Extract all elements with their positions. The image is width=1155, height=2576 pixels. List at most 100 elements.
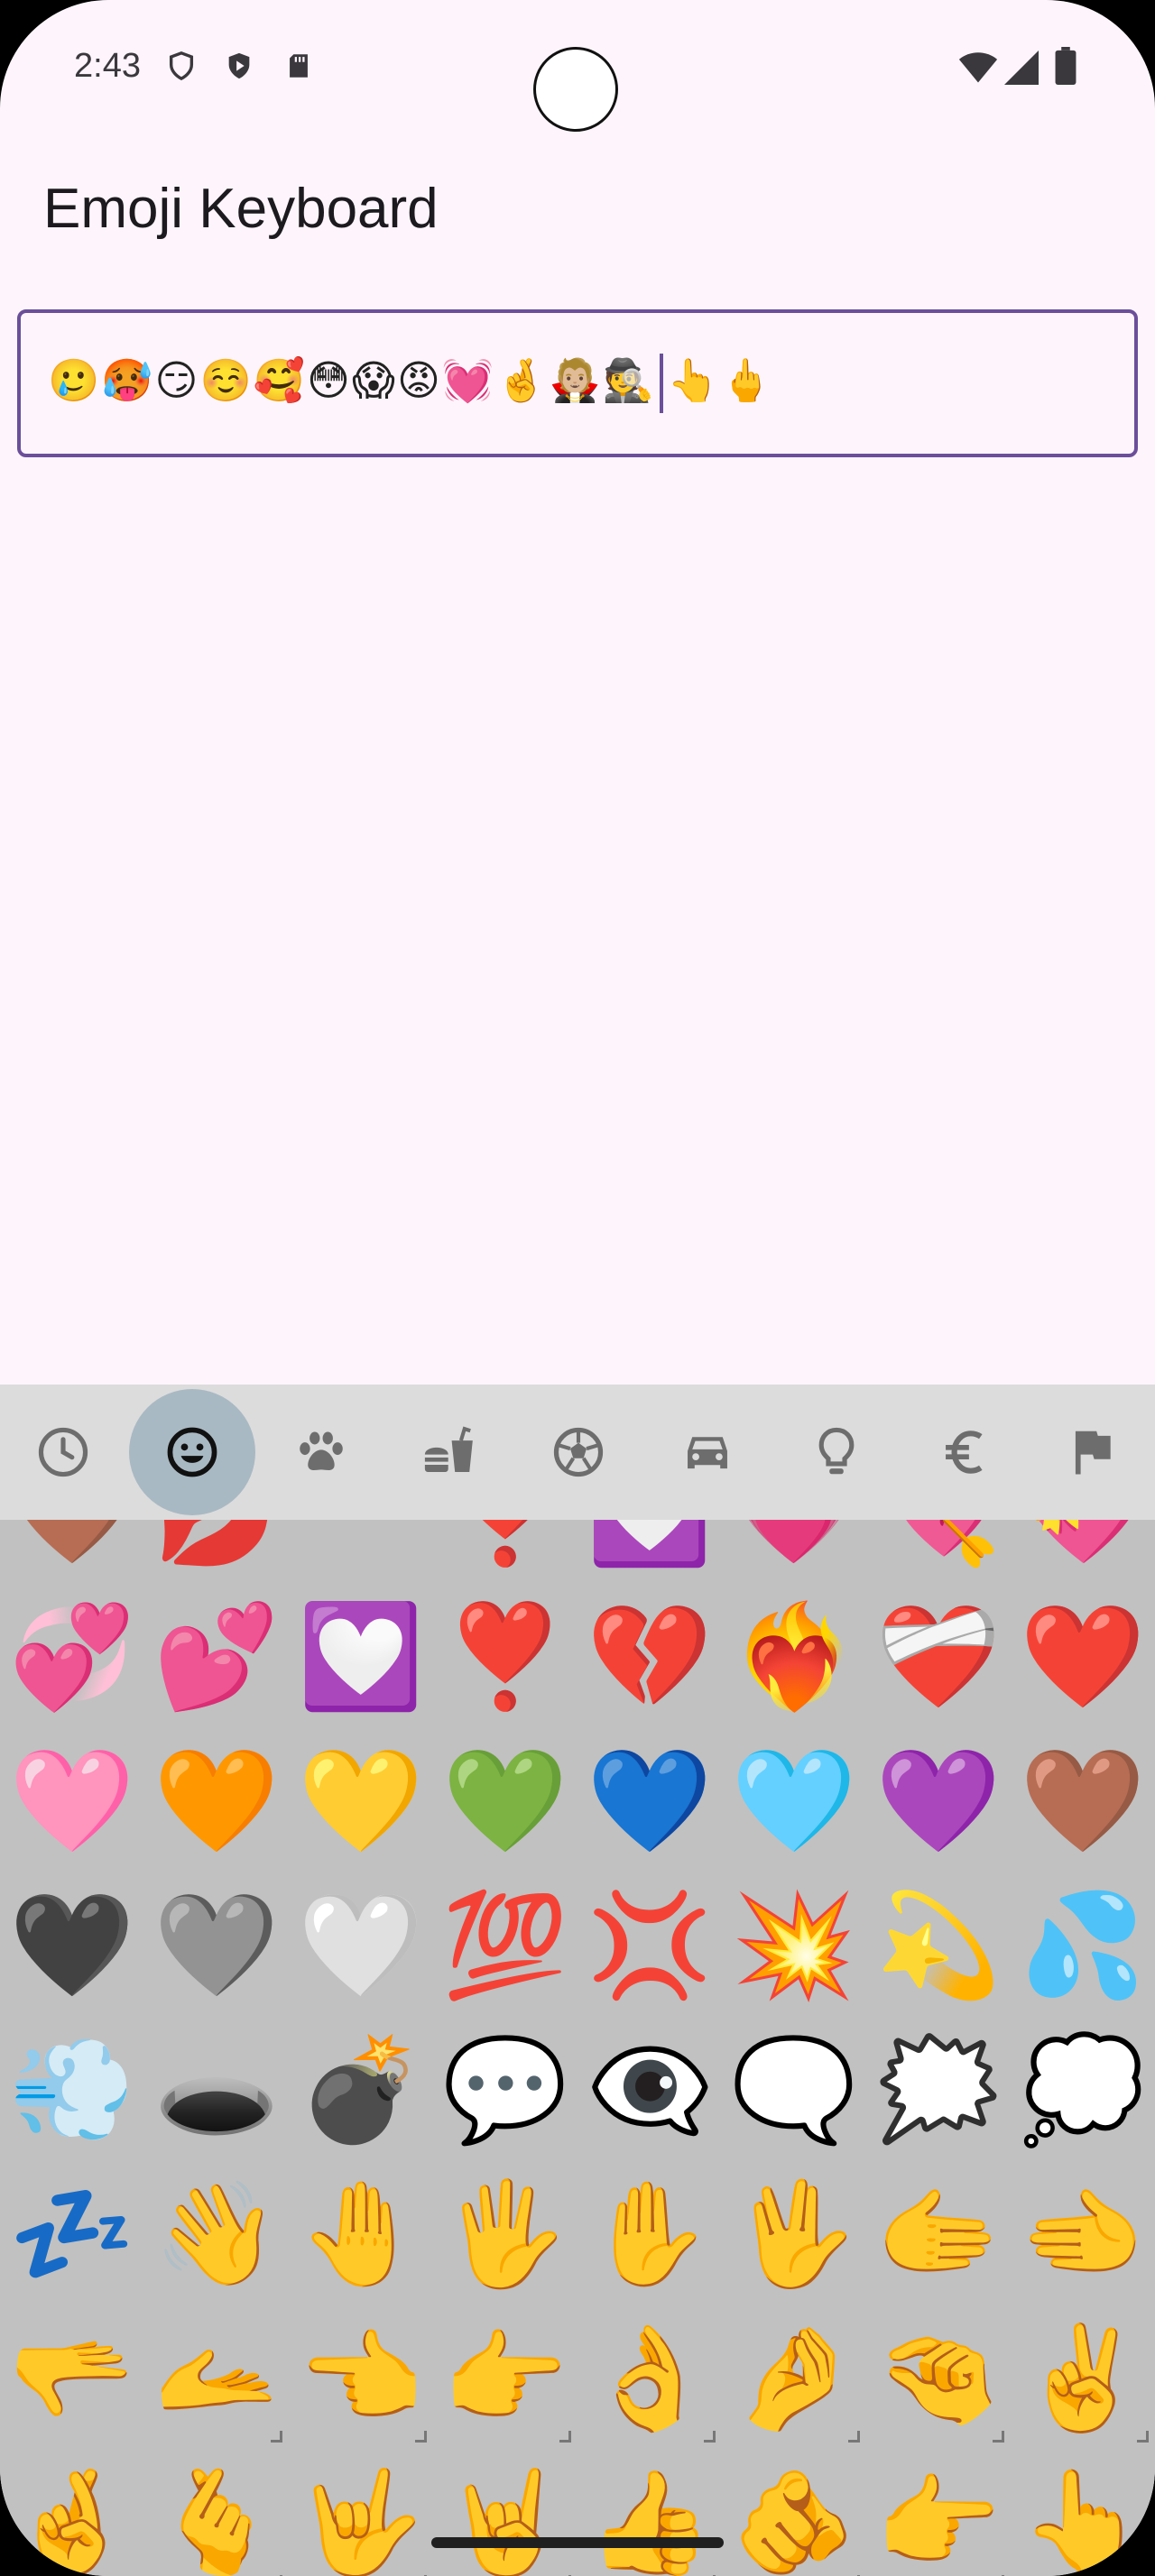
emoji-key[interactable]: 💔 bbox=[578, 1585, 722, 1729]
emoji-key[interactable]: 💘 bbox=[866, 1520, 1011, 1585]
front-camera bbox=[533, 47, 618, 132]
emoji-key[interactable]: 🤏 bbox=[866, 2306, 1011, 2451]
tab-symbols[interactable] bbox=[902, 1389, 1029, 1515]
emoji-key[interactable]: 💦 bbox=[1011, 1873, 1155, 2018]
emoji-keyboard: 🤎💋❣️💟💗💘💝💞💕💟❣️💔❤️‍🔥❤️‍🩹❤️🩷🧡💛💚💙🩵💜🤎🖤🩶🤍💯💢💥💫💦… bbox=[0, 1385, 1155, 2576]
tab-flags[interactable] bbox=[1029, 1389, 1155, 1515]
wifi-icon bbox=[958, 52, 998, 83]
emoji-key[interactable]: 🫰 bbox=[144, 2451, 289, 2576]
emoji-key[interactable]: 👌 bbox=[578, 2306, 722, 2451]
emoji-key[interactable]: 🫴 bbox=[144, 2306, 289, 2451]
emoji-key[interactable]: 🗨️ bbox=[722, 2018, 866, 2162]
emoji-key[interactable]: 🫲 bbox=[1011, 2162, 1155, 2306]
skin-tone-indicator bbox=[1137, 2431, 1149, 2443]
emoji-key[interactable]: 🕳️ bbox=[144, 2018, 289, 2162]
emoji-key[interactable]: 🤚 bbox=[289, 2162, 433, 2306]
emoji-key[interactable]: 💞 bbox=[0, 1585, 144, 1729]
clock-icon bbox=[38, 1427, 88, 1477]
skin-tone-indicator bbox=[993, 2431, 1004, 2443]
tab-objects[interactable] bbox=[773, 1389, 900, 1515]
emoji-key[interactable]: 🖖 bbox=[722, 2162, 866, 2306]
soccer-ball-icon bbox=[553, 1427, 604, 1477]
emoji-key[interactable]: 👆 bbox=[1011, 2451, 1155, 2576]
skin-tone-indicator bbox=[415, 2431, 427, 2443]
emoji-key[interactable]: 🖐️ bbox=[433, 2162, 578, 2306]
input-text-before-caret: 🥲🥵😏☺️🥰😳😱😡💓🤞🧛🏼🕵️ bbox=[48, 355, 657, 405]
emoji-text-input[interactable]: 🥲🥵😏☺️🥰😳😱😡💓🤞🧛🏼🕵️ 👆🖕 bbox=[17, 309, 1138, 457]
car-icon bbox=[688, 1437, 727, 1469]
emoji-key[interactable]: 👉 bbox=[433, 2306, 578, 2451]
skin-tone-indicator bbox=[271, 2431, 282, 2443]
emoji-key[interactable]: 🤌 bbox=[722, 2306, 866, 2451]
tab-animals[interactable] bbox=[258, 1389, 384, 1515]
emoji-key[interactable]: ❤️‍🔥 bbox=[722, 1585, 866, 1729]
emoji-key[interactable]: 👍 bbox=[578, 2451, 722, 2576]
emoji-key[interactable]: 🗯️ bbox=[866, 2018, 1011, 2162]
shield-outline-icon bbox=[169, 51, 194, 81]
emoji-key[interactable]: 💭 bbox=[1011, 2018, 1155, 2162]
emoji-key[interactable]: 🤎 bbox=[0, 1520, 144, 1585]
tab-activities[interactable] bbox=[515, 1389, 642, 1515]
emoji-key[interactable]: 🤟 bbox=[289, 2451, 433, 2576]
emoji-key[interactable]: 💙 bbox=[578, 1729, 722, 1873]
paw-icon bbox=[300, 1431, 343, 1471]
emoji-key[interactable]: 💕 bbox=[144, 1585, 289, 1729]
emoji-key[interactable]: ❣️ bbox=[433, 1585, 578, 1729]
emoji-key[interactable]: 💤 bbox=[0, 2162, 144, 2306]
emoji-key[interactable]: 👁️‍🗨️ bbox=[578, 2018, 722, 2162]
emoji-key[interactable]: 👈 bbox=[289, 2306, 433, 2451]
emoji-key[interactable]: 🤎 bbox=[1011, 1729, 1155, 1873]
battery-icon bbox=[1055, 47, 1076, 85]
emoji-key[interactable]: 👉 bbox=[866, 2451, 1011, 2576]
skin-tone-indicator bbox=[559, 2431, 571, 2443]
emoji-key[interactable]: 🤞 bbox=[0, 2451, 144, 2576]
emoji-key[interactable]: 💚 bbox=[433, 1729, 578, 1873]
tab-recent[interactable] bbox=[0, 1389, 126, 1515]
emoji-key[interactable]: 💝 bbox=[1011, 1520, 1155, 1585]
emoji-key[interactable]: ✋ bbox=[578, 2162, 722, 2306]
shield-play-icon bbox=[228, 52, 250, 79]
emoji-key[interactable]: 🤘 bbox=[433, 2451, 578, 2576]
skin-tone-indicator bbox=[848, 2431, 860, 2443]
emoji-key[interactable]: ❣️ bbox=[433, 1520, 578, 1585]
emoji-key[interactable]: ✌️ bbox=[1011, 2306, 1155, 2451]
emoji-key[interactable]: 💗 bbox=[722, 1520, 866, 1585]
emoji-key[interactable]: 💢 bbox=[578, 1873, 722, 2018]
tab-travel[interactable] bbox=[644, 1389, 771, 1515]
emoji-key[interactable]: 🫳 bbox=[0, 2306, 144, 2451]
emoji-key[interactable]: 🩶 bbox=[144, 1873, 289, 2018]
emoji-key[interactable]: 🩷 bbox=[0, 1729, 144, 1873]
tab-smileys[interactable] bbox=[129, 1389, 255, 1515]
emoji-key[interactable]: ❤️‍🩹 bbox=[866, 1585, 1011, 1729]
emoji-key[interactable]: 💋 bbox=[144, 1520, 289, 1585]
lightbulb-icon bbox=[818, 1427, 855, 1475]
emoji-key[interactable]: 🤍 bbox=[289, 1873, 433, 2018]
status-bar: 2:43 bbox=[0, 0, 1155, 135]
skin-tone-indicator bbox=[704, 2431, 716, 2443]
emoji-key[interactable]: 🫱 bbox=[866, 2162, 1011, 2306]
emoji-key[interactable]: ❤️ bbox=[1011, 1585, 1155, 1729]
emoji-key[interactable]: 🩵 bbox=[722, 1729, 866, 1873]
signal-icon bbox=[1004, 51, 1039, 85]
emoji-key[interactable]: 👋 bbox=[144, 2162, 289, 2306]
emoji-key[interactable]: 💟 bbox=[578, 1520, 722, 1585]
emoji-key[interactable]: 🫵 bbox=[722, 2451, 866, 2576]
emoji-key[interactable]: 💜 bbox=[866, 1729, 1011, 1873]
text-caret bbox=[660, 354, 664, 413]
emoji-key[interactable]: 💨 bbox=[0, 2018, 144, 2162]
emoji-key[interactable]: 💣 bbox=[289, 2018, 433, 2162]
emoji-key[interactable]: 💥 bbox=[722, 1873, 866, 2018]
emoji-key[interactable]: 💛 bbox=[289, 1729, 433, 1873]
input-text: 🥲🥵😏☺️🥰😳😱😡💓🤞🧛🏼🕵️ 👆🖕 bbox=[48, 354, 774, 413]
emoji-key[interactable]: 🖤 bbox=[0, 1873, 144, 2018]
emoji-key[interactable]: 💯 bbox=[433, 1873, 578, 2018]
tab-food[interactable] bbox=[386, 1389, 513, 1515]
emoji-key[interactable]: 💫 bbox=[866, 1873, 1011, 2018]
burger-drink-icon bbox=[424, 1426, 473, 1472]
home-indicator[interactable] bbox=[431, 2537, 724, 2548]
sd-card-icon bbox=[290, 54, 308, 78]
input-text-after-caret: 👆🖕 bbox=[667, 355, 774, 405]
emoji-key[interactable]: 💟 bbox=[289, 1585, 433, 1729]
emoji-key[interactable]: 💬 bbox=[433, 2018, 578, 2162]
emoji-key[interactable]: 🧡 bbox=[144, 1729, 289, 1873]
